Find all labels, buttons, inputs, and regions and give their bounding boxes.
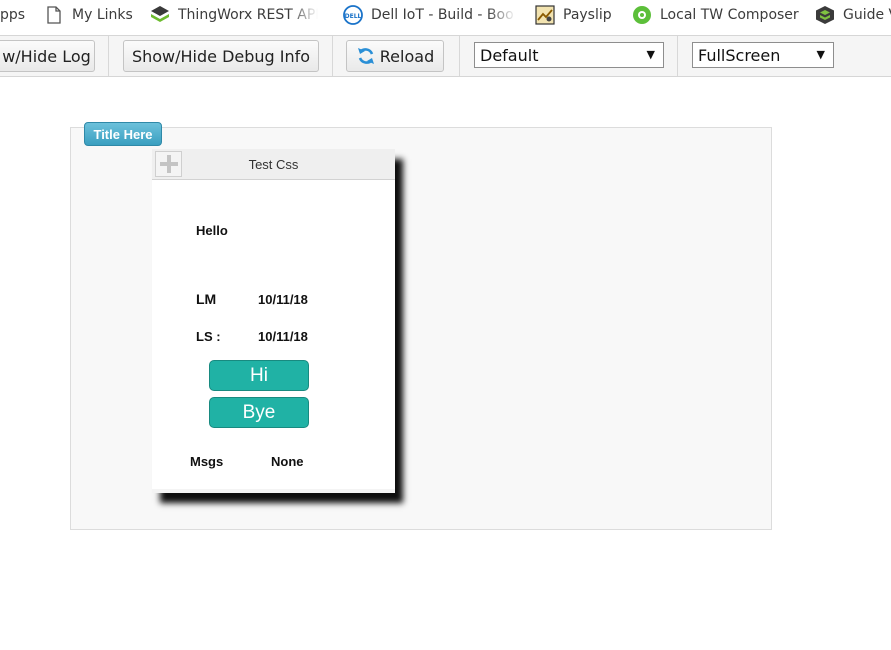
hi-button[interactable]: Hi	[209, 360, 309, 391]
show-hide-log-label: w/Hide Log	[2, 46, 91, 66]
bookmark-label: pps	[0, 7, 26, 23]
dropdown-arrow-icon: ▼	[646, 48, 655, 61]
test-css-panel: Test Css Hello LM 10/11/18 LS : 10/11/18…	[152, 149, 395, 493]
page-icon	[44, 5, 64, 25]
runtime-toolbar: w/Hide Log Show/Hide Debug Info Reload D…	[0, 35, 891, 77]
bookmark-label: Payslip	[563, 7, 612, 23]
composer-icon	[632, 5, 652, 25]
svg-text:DELL: DELL	[345, 13, 362, 20]
show-hide-debug-button[interactable]: Show/Hide Debug Info	[123, 40, 319, 72]
bookmark-label: Guide V	[843, 7, 891, 23]
bookmark-apps[interactable]: pps	[0, 0, 25, 30]
show-hide-log-button[interactable]: w/Hide Log	[0, 40, 95, 72]
bookmark-label: ThingWorx REST API	[178, 7, 318, 23]
toolbar-separator	[677, 36, 678, 76]
toolbar-separator	[108, 36, 109, 76]
toolbar-separator	[332, 36, 333, 76]
panel-footer	[152, 489, 395, 493]
lm-label: LM	[196, 291, 217, 307]
dropdown-arrow-icon: ▼	[816, 48, 825, 61]
hello-label: Hello	[196, 223, 228, 238]
bookmark-local-tw-composer[interactable]: Local TW Composer	[632, 0, 799, 30]
theme-select-value: Default	[480, 45, 539, 65]
guide-icon	[815, 5, 835, 25]
plus-icon	[159, 155, 178, 173]
bookmark-my-links[interactable]: My Links	[44, 0, 133, 30]
ls-value: 10/11/18	[258, 329, 308, 344]
bookmark-label: My Links	[72, 7, 133, 23]
bookmark-guide[interactable]: Guide V	[815, 0, 891, 30]
bookmark-thingworx-rest-api[interactable]: ThingWorx REST API	[150, 0, 318, 30]
thingworx-icon	[150, 5, 170, 25]
reload-button[interactable]: Reload	[346, 40, 444, 72]
view-mode-select[interactable]: FullScreen ▼	[692, 42, 834, 68]
ls-label: LS :	[196, 329, 221, 344]
bookmarks-bar: pps My Links ThingWorx REST API DELL Del…	[0, 0, 891, 30]
dell-icon: DELL	[343, 5, 363, 25]
msgs-label: Msgs	[190, 454, 224, 469]
reload-label: Reload	[379, 46, 435, 66]
reload-icon	[356, 46, 376, 66]
view-mode-select-value: FullScreen	[698, 45, 781, 65]
show-hide-debug-label: Show/Hide Debug Info	[131, 46, 311, 66]
panel-title: Test Css	[248, 157, 299, 172]
bookmark-dell-iot[interactable]: DELL Dell IoT - Build - Boo	[343, 0, 516, 30]
bookmark-label: Dell IoT - Build - Boo	[371, 7, 514, 23]
bookmark-payslip[interactable]: Payslip	[535, 0, 612, 30]
bye-button[interactable]: Bye	[209, 397, 309, 428]
payslip-icon	[535, 5, 555, 25]
lm-value: 10/11/18	[258, 292, 308, 307]
toolbar-separator	[459, 36, 460, 76]
msgs-value: None	[271, 454, 304, 469]
add-button[interactable]	[155, 151, 182, 177]
bookmark-label: Local TW Composer	[660, 7, 799, 23]
theme-select[interactable]: Default ▼	[474, 42, 664, 68]
panel-header: Test Css	[152, 149, 395, 180]
title-badge: Title Here	[84, 122, 162, 146]
